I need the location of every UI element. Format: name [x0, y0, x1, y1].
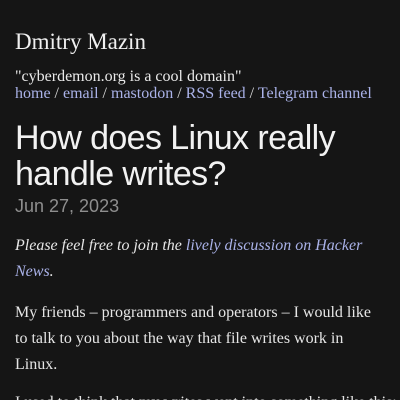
intro-text-end: . — [49, 263, 54, 280]
post-intro: Please feel free to join the lively disc… — [15, 233, 380, 285]
site-nav: home / email / mastodon / RSS feed / Tel… — [15, 84, 372, 104]
nav-link-email[interactable]: email — [63, 85, 99, 102]
nav-separator: / — [98, 85, 111, 102]
nav-link-rss-feed[interactable]: RSS feed — [186, 85, 246, 102]
nav-separator: / — [50, 85, 63, 102]
nav-link-home[interactable]: home — [15, 85, 51, 102]
nav-separator: / — [245, 85, 258, 102]
nav-separator: / — [173, 85, 186, 102]
nav-link-telegram-channel[interactable]: Telegram channel — [258, 85, 372, 102]
intro-text: Please feel free to join the — [15, 237, 186, 254]
nav-link-mastodon[interactable]: mastodon — [111, 85, 173, 102]
post-paragraph: I used to think that my writes went into… — [15, 390, 400, 400]
post-date: Jun 27, 2023 — [15, 196, 120, 216]
post-paragraph: My friends – programmers and operators –… — [15, 304, 371, 373]
post-title: How does Linux really handle writes? — [15, 119, 336, 193]
site-title[interactable]: Dmitry Mazin — [15, 27, 146, 57]
